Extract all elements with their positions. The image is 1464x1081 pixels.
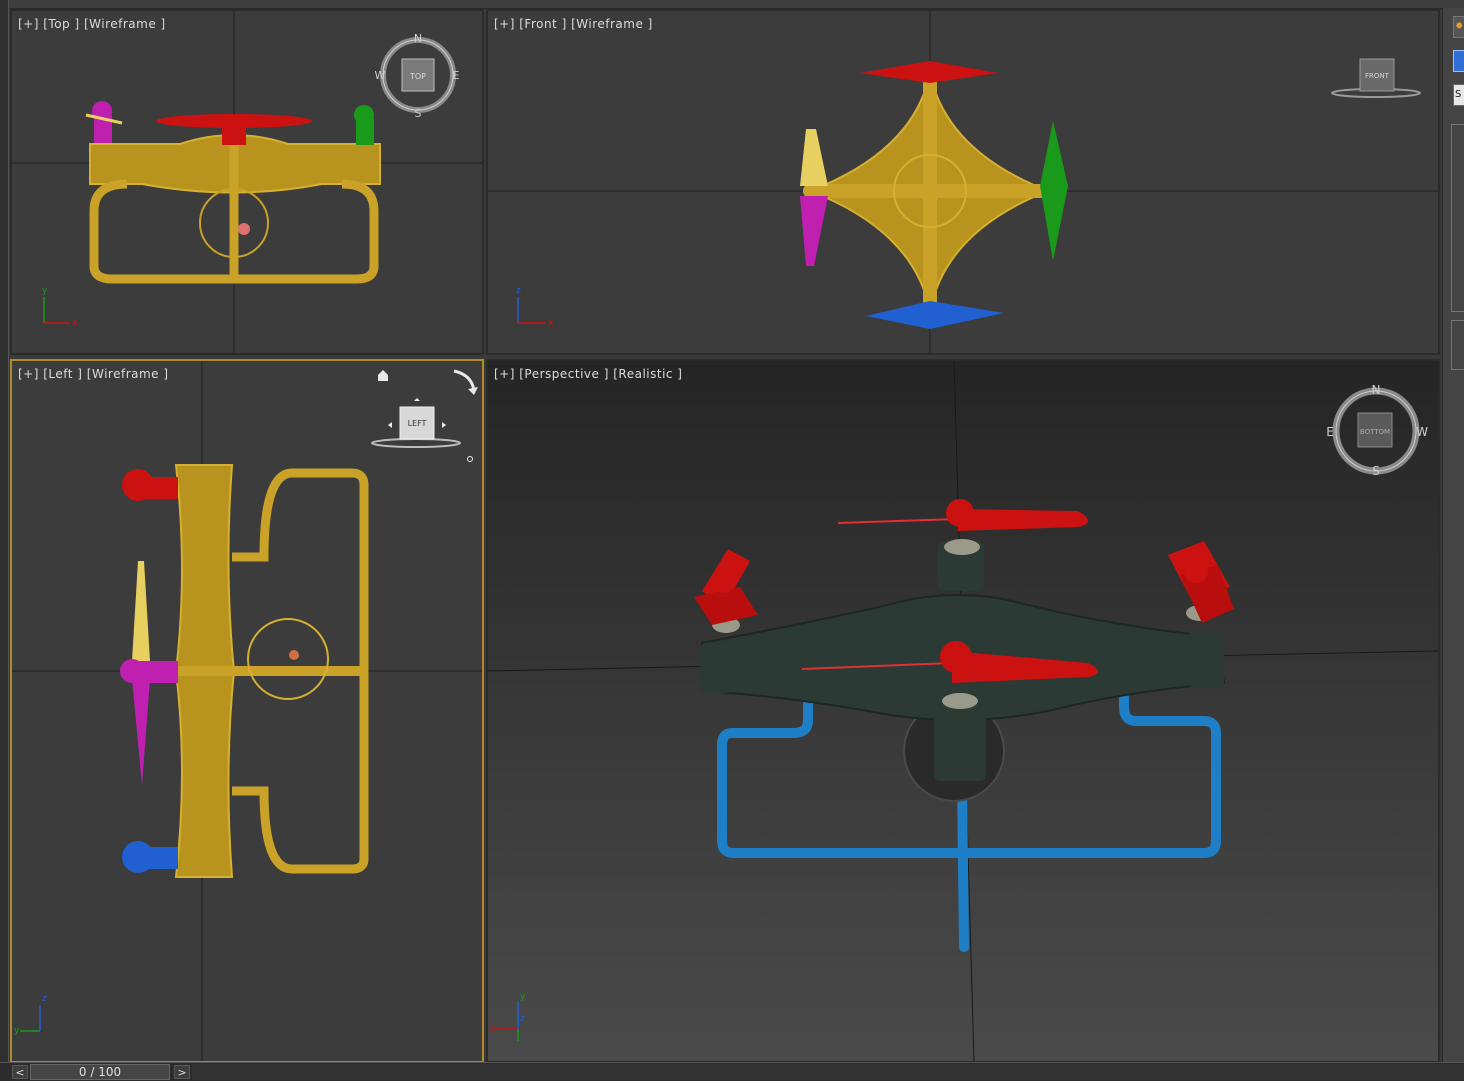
front-view-canvas: FRONT z x [488,11,1438,353]
axis-tripod-icon: z y [14,994,47,1036]
left-view-canvas: LEFT z y [12,361,482,1061]
time-slider-bar: < 0 / 100 > [0,1062,1464,1081]
rotate-view-icon[interactable] [453,369,478,395]
rotor-green[interactable] [1040,121,1068,261]
command-panel: ✹ S [1442,8,1464,1062]
perspective-view-canvas: BOTTOM N W S E y z x [488,361,1438,1061]
viewcube-perspective-label: BOTTOM [1360,428,1390,436]
rollout-frame-2 [1451,320,1464,370]
rotor-green[interactable] [354,105,374,145]
propeller-right[interactable] [1168,541,1234,623]
axis-x-label: x [72,318,78,328]
rotor-blue[interactable] [866,301,1004,329]
compass-east: E [453,69,460,82]
viewcube-top-label: TOP [409,72,426,81]
viewport-top[interactable]: TOP N E S W y x [+] [Top ] [Wireframe ] [10,9,484,355]
viewport-left[interactable]: LEFT z y [+] [Left ] [Wireframe ] [10,359,484,1063]
axis-y-label: y [520,992,526,1002]
view-compass[interactable]: BOTTOM N W S E [1326,383,1428,478]
viewcube-menu-icon[interactable] [467,456,473,462]
rotor-magenta[interactable] [85,101,123,143]
compass-north: N [1372,383,1381,397]
rotor-red[interactable] [156,114,312,145]
top-view-canvas: TOP N E S W y x [12,11,482,353]
compass-east: E [1326,425,1334,439]
axis-z-label: z [520,1014,525,1024]
rotor-magenta[interactable] [800,196,828,266]
compass-south: S [415,107,422,120]
viewport-left-label[interactable]: [+] [Left ] [Wireframe ] [18,367,169,381]
compass-north: N [414,32,422,45]
axis-y-label: y [14,1026,20,1036]
axis-z-label: z [516,286,521,296]
left-toolbar-strip [0,0,9,1062]
axis-tripod-icon: y z x [490,992,526,1041]
axis-tripod-icon: z x [516,286,554,328]
time-slider-thumb[interactable]: 0 / 100 [30,1064,170,1080]
home-icon[interactable] [378,370,388,381]
propeller-back[interactable] [837,499,1088,531]
viewcube-front-label: FRONT [1365,72,1390,80]
rotor-red[interactable] [860,61,998,83]
axis-tripod-icon: y x [42,286,78,328]
object-name-field[interactable]: S [1453,84,1464,106]
viewcube-left-label: LEFT [408,419,427,428]
propeller-left[interactable] [694,549,758,625]
compass-south: S [1372,464,1380,478]
viewcube-left[interactable]: LEFT [371,398,461,448]
sun-icon[interactable]: ✹ [1453,16,1464,38]
viewport-top-label[interactable]: [+] [Top ] [Wireframe ] [18,17,166,31]
viewport-front[interactable]: FRONT z x [+] [Front ] [Wireframe ] [486,9,1440,355]
viewport-perspective-label[interactable]: [+] [Perspective ] [Realistic ] [494,367,683,381]
object-color-swatch[interactable] [1453,50,1464,72]
drone-wireframe-top[interactable] [89,134,381,284]
rotor-yellow[interactable] [800,129,828,186]
menu-strip [0,0,1464,9]
viewcube-front[interactable]: FRONT [1331,58,1421,98]
rotor-red[interactable] [122,469,178,501]
timeline-track[interactable] [192,1064,1464,1080]
drone-wireframe-left[interactable] [162,464,369,878]
view-compass[interactable]: TOP N E S W [375,32,460,120]
rotor-blue[interactable] [122,841,178,873]
axis-y-label: y [42,286,48,296]
prev-frame-button[interactable]: < [12,1065,28,1079]
axis-x-label: x [490,1024,496,1034]
drone-wireframe-front[interactable] [803,66,1055,318]
rotor-magenta[interactable] [120,659,178,785]
viewport-perspective[interactable]: BOTTOM N W S E y z x [+] [Perspective ] … [486,359,1440,1063]
viewport-front-label[interactable]: [+] [Front ] [Wireframe ] [494,17,653,31]
rotor-yellow[interactable] [132,561,150,661]
rollout-frame [1451,124,1464,312]
axis-z-label: z [42,994,47,1004]
compass-west: W [1416,425,1428,439]
next-frame-button[interactable]: > [174,1065,190,1079]
compass-west: W [375,69,386,82]
axis-x-label: x [548,318,554,328]
